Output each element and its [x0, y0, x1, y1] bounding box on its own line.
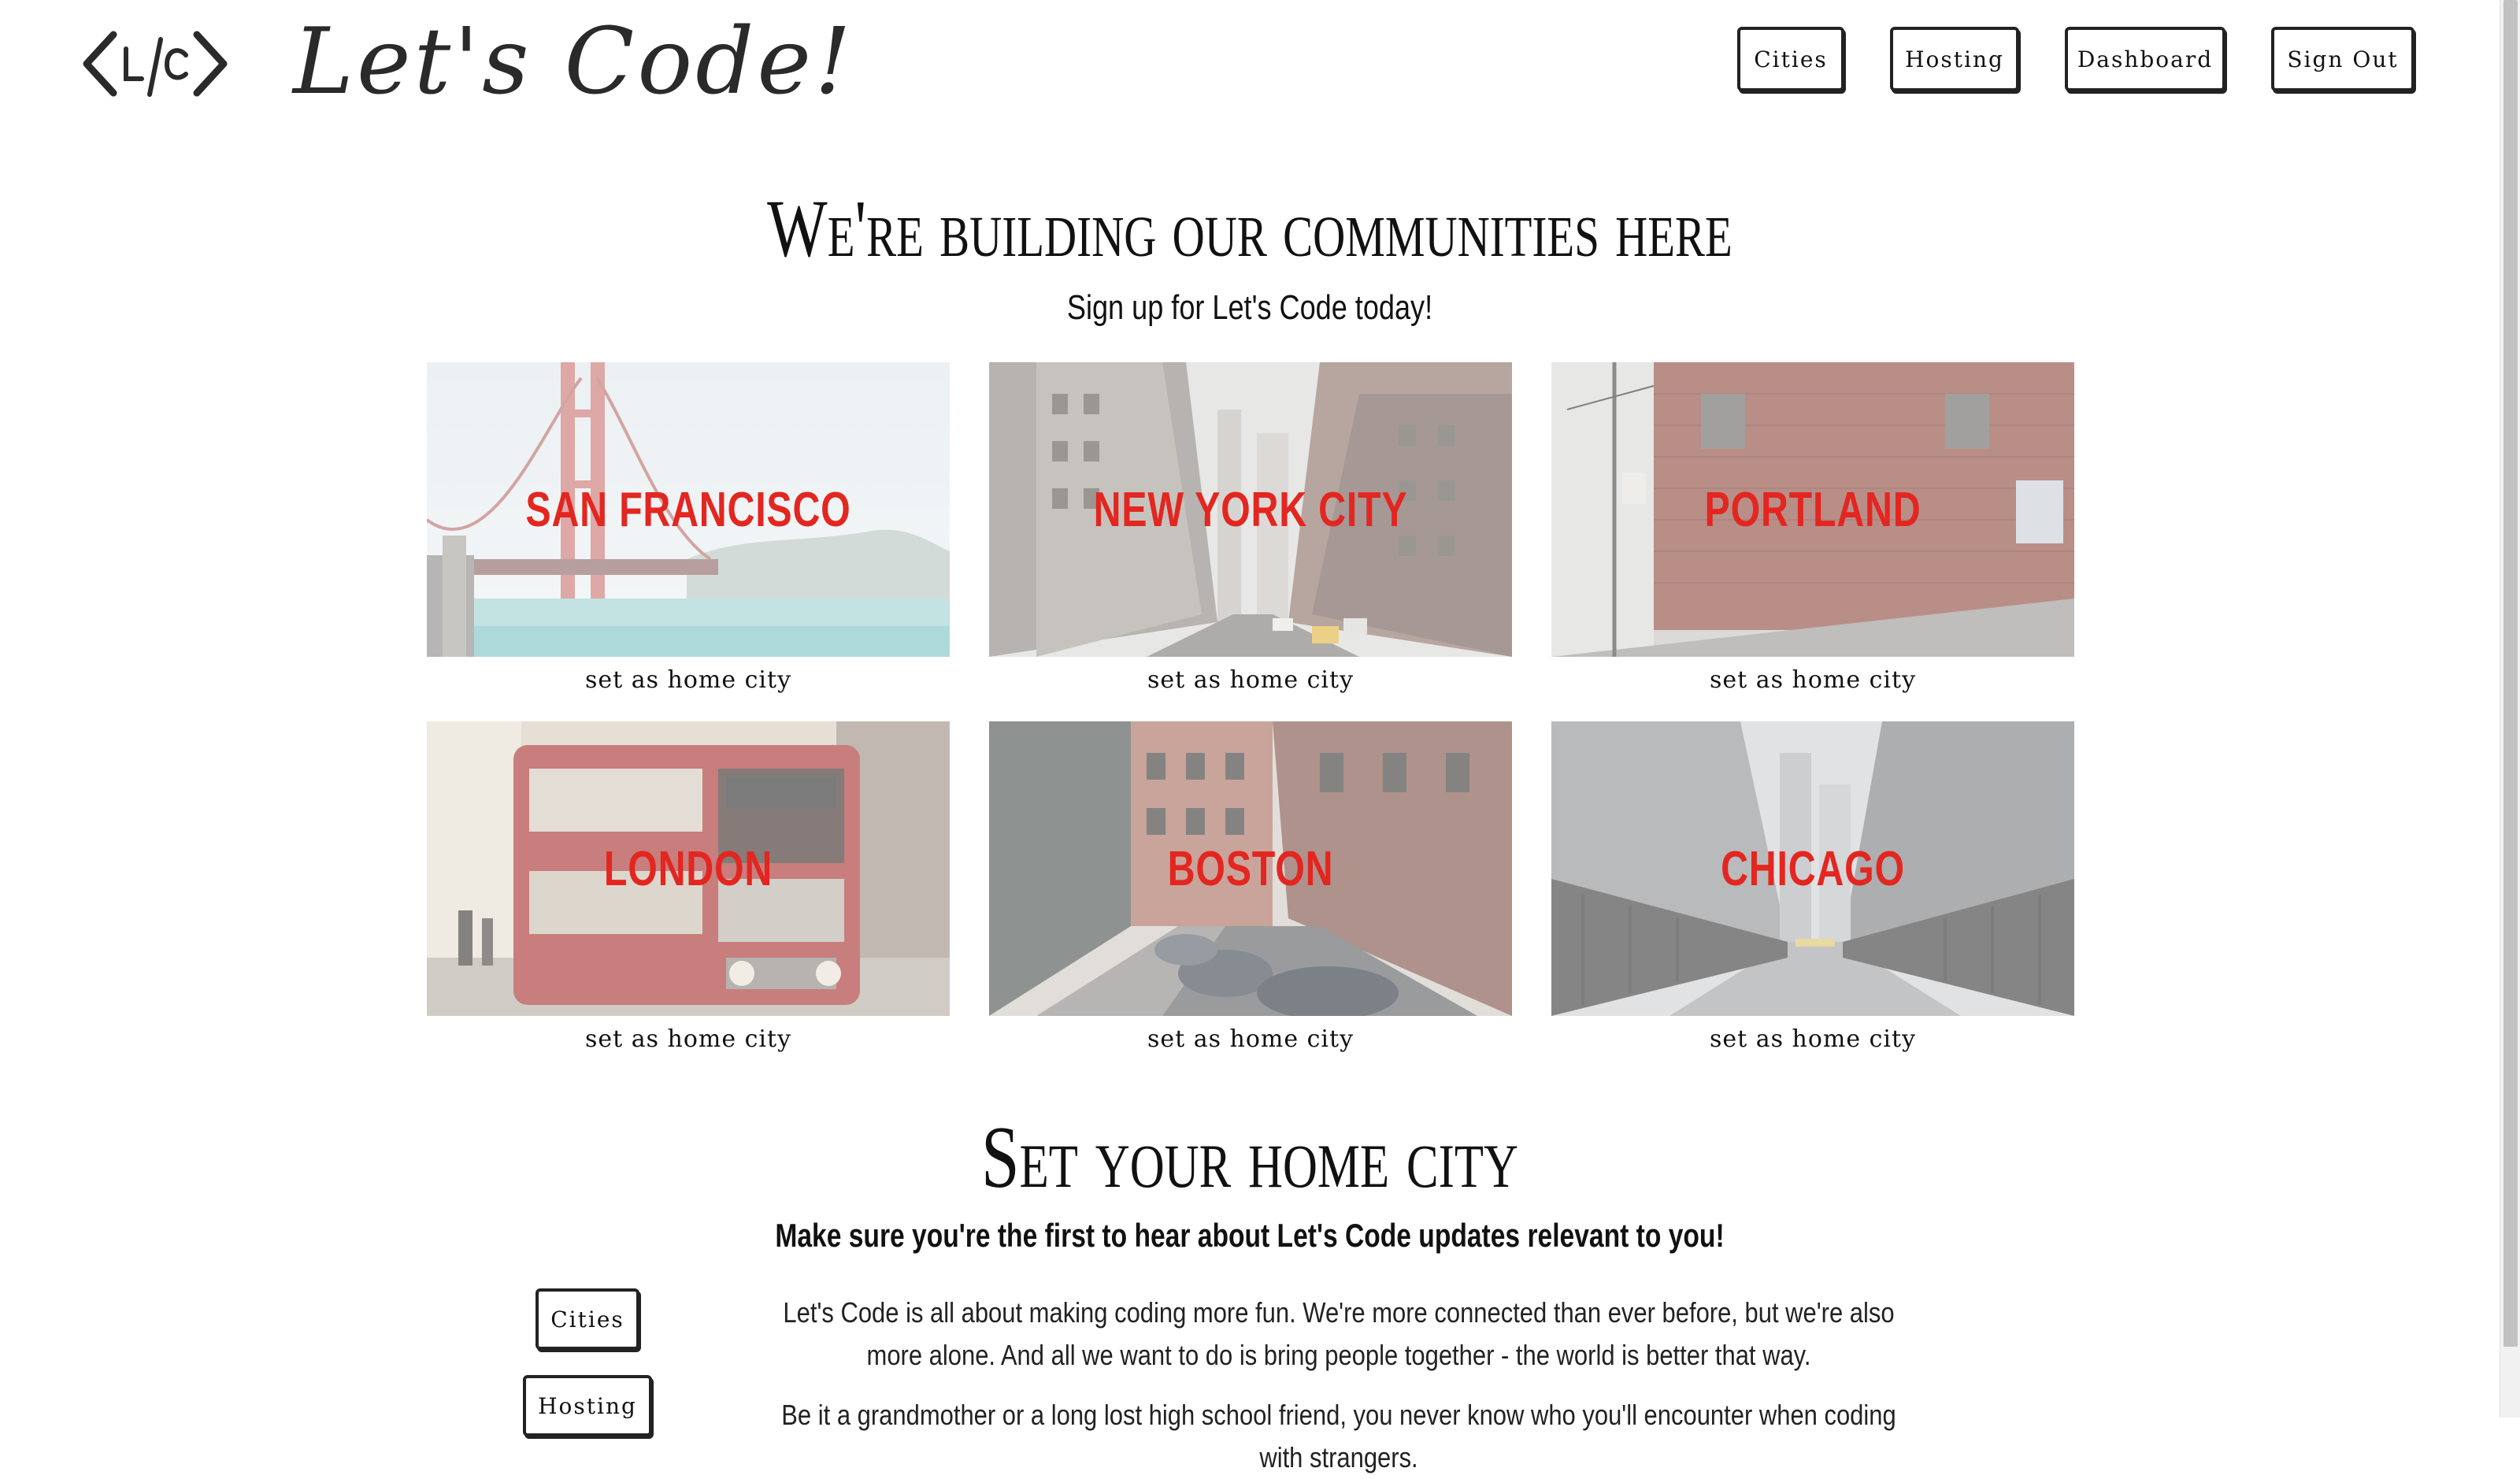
- nav-cities-button[interactable]: Cities: [1737, 27, 1844, 91]
- city-card-new-york-city[interactable]: NEW YORK CITY set as home city: [989, 362, 1512, 694]
- logo-icon[interactable]: [82, 28, 228, 99]
- city-image-portland[interactable]: PORTLAND: [1551, 362, 2074, 657]
- hero-title: We're building our communities here: [767, 183, 1732, 274]
- about-paragraph: Let's Code is all about making coding mo…: [783, 1296, 1895, 1371]
- city-image-new-york-city[interactable]: NEW YORK CITY: [989, 362, 1512, 657]
- city-name-label: SAN FRANCISCO: [525, 482, 851, 537]
- nav-sign-out-button[interactable]: Sign Out: [2271, 27, 2414, 91]
- city-name-label: LONDON: [603, 841, 773, 896]
- brand-title[interactable]: Let's Code!: [293, 11, 854, 113]
- set-home-city-link[interactable]: set as home city: [1551, 666, 2074, 694]
- page-scrollbar[interactable]: [2500, 0, 2520, 1418]
- city-card-portland[interactable]: PORTLAND set as home city: [1551, 362, 2074, 694]
- side-hosting-button[interactable]: Hosting: [523, 1375, 652, 1436]
- home-city-section-title: Set your home city: [981, 1109, 1518, 1207]
- city-card-san-francisco[interactable]: SAN FRANCISCO set as home city: [427, 362, 950, 694]
- city-name-label: CHICAGO: [1721, 841, 1905, 896]
- city-image-chicago[interactable]: CHICAGO: [1551, 721, 2074, 1016]
- city-image-san-francisco[interactable]: SAN FRANCISCO: [427, 362, 950, 657]
- set-home-city-link[interactable]: set as home city: [989, 666, 1512, 694]
- set-home-city-link[interactable]: set as home city: [1551, 1025, 2074, 1053]
- scrollbar-thumb[interactable]: [2503, 0, 2518, 1347]
- nav-hosting-button[interactable]: Hosting: [1890, 27, 2019, 91]
- city-card-london[interactable]: LONDON set as home city: [427, 721, 950, 1053]
- site-header: Let's Code! Cities Hosting Dashboard Sig…: [0, 0, 2500, 118]
- city-name-label: BOSTON: [1167, 841, 1334, 896]
- set-home-city-link[interactable]: set as home city: [427, 1025, 950, 1053]
- city-card-boston[interactable]: BOSTON set as home city: [989, 721, 1512, 1053]
- about-paragraph: Be it a grandmother or a long lost high …: [781, 1399, 1896, 1473]
- hero-subtitle: Sign up for Let's Code today!: [1066, 288, 1433, 327]
- set-home-city-link[interactable]: set as home city: [427, 666, 950, 694]
- city-image-london[interactable]: LONDON: [427, 721, 950, 1016]
- city-name-label: PORTLAND: [1704, 482, 1922, 537]
- side-cities-button[interactable]: Cities: [536, 1288, 639, 1350]
- city-name-label: NEW YORK CITY: [1093, 482, 1408, 537]
- city-image-boston[interactable]: BOSTON: [989, 721, 1512, 1016]
- city-card-chicago[interactable]: CHICAGO set as home city: [1551, 721, 2074, 1053]
- set-home-city-link[interactable]: set as home city: [989, 1025, 1512, 1053]
- home-city-section-subtitle: Make sure you're the first to hear about…: [775, 1217, 1725, 1254]
- nav-dashboard-button[interactable]: Dashboard: [2065, 27, 2225, 91]
